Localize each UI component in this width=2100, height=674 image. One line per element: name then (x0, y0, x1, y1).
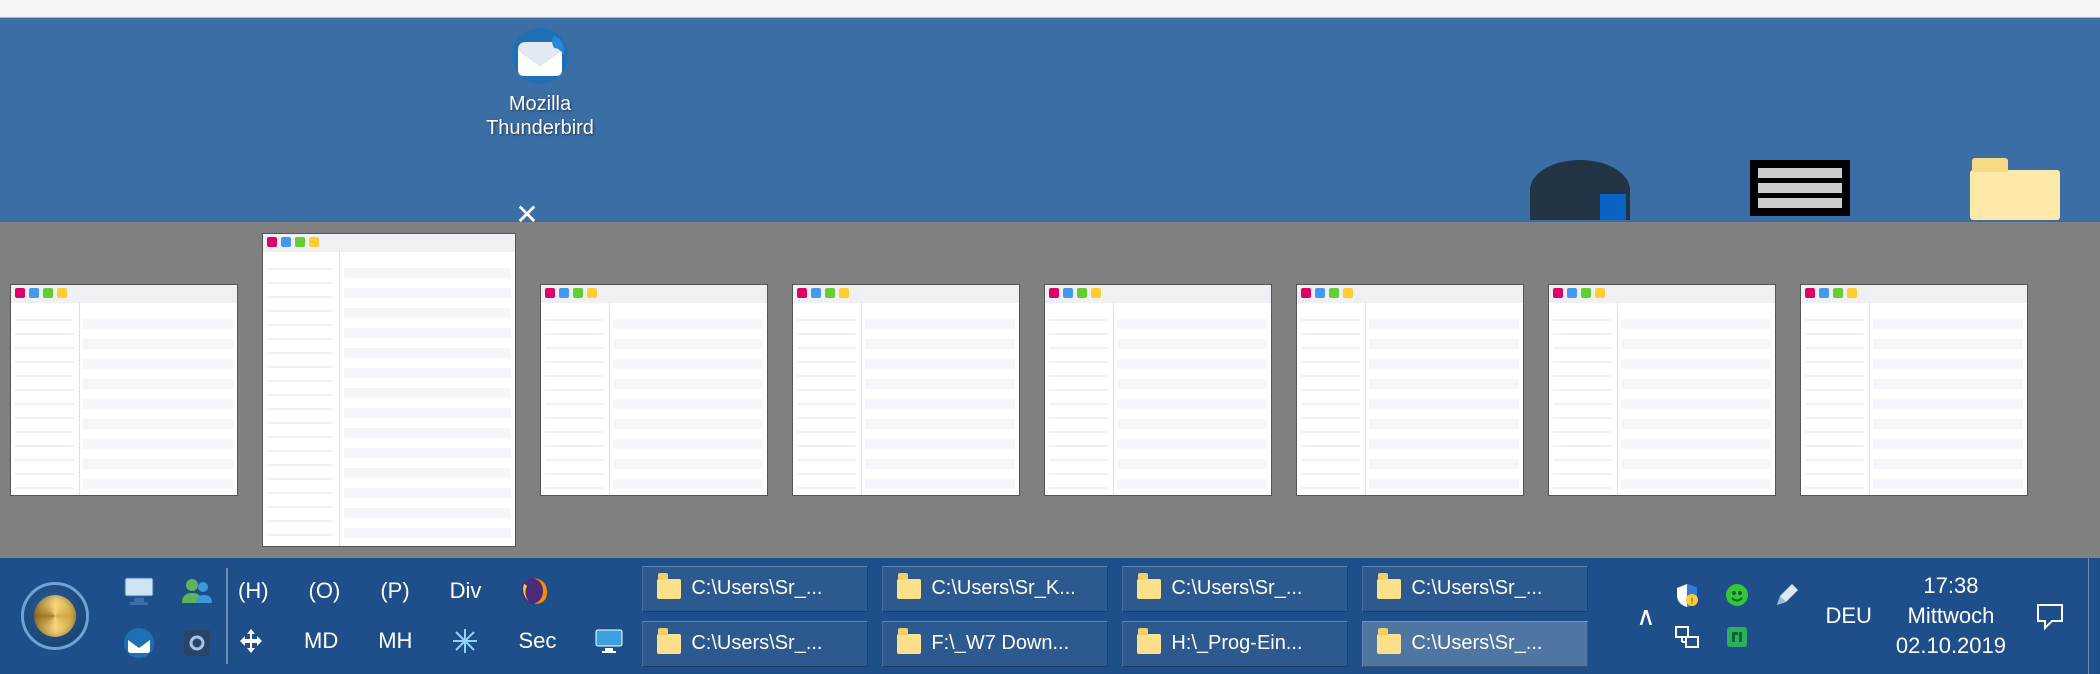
taskbar-window-button[interactable]: C:\Users\Sr_... (642, 566, 868, 612)
window-preview-thumb[interactable] (792, 284, 1020, 496)
partial-list-icon[interactable] (1750, 160, 1850, 216)
start-shell-icon (21, 582, 89, 650)
folder-icon (1377, 579, 1401, 599)
folder-icon (897, 634, 921, 654)
desktop-partial-icons (1530, 160, 2060, 220)
taskbar: (H)(O)(P)Div MDMHSec C:\Users\Sr_...C:\U… (0, 558, 2100, 674)
system-tray: ∧ ! (1622, 558, 1815, 674)
taskbar-window-button[interactable]: C:\Users\Sr_K... (882, 566, 1108, 612)
desktop-icon-thunderbird[interactable]: Mozilla Thunderbird (470, 24, 610, 140)
taskbar-window-button[interactable]: C:\Users\Sr_... (642, 621, 868, 667)
taskbar-window-label: C:\Users\Sr_... (1411, 577, 1542, 600)
partial-circle-icon[interactable] (1530, 160, 1630, 220)
running-tasks-area: C:\Users\Sr_... C:\Users\Sr_K... C:\Users\… (632, 558, 1622, 674)
clock-time: 17:38 (1896, 571, 2006, 601)
show-desktop-button[interactable] (2088, 558, 2100, 674)
partial-folder-icon[interactable] (1970, 170, 2060, 220)
taskbar-window-button[interactable]: C:\Users\Sr_... (1122, 566, 1348, 612)
frost-icon[interactable] (448, 624, 482, 658)
taskbar-window-label: C:\Users\Sr_... (1171, 577, 1302, 600)
mycomputer-icon[interactable] (120, 571, 158, 609)
taskbar-window-label: C:\Users\Sr_... (691, 632, 822, 655)
launcher-div[interactable]: Div (446, 576, 486, 606)
window-preview-thumb[interactable] (1296, 284, 1524, 496)
clock-weekday: Mittwoch (1896, 601, 2006, 631)
window-preview-thumb[interactable] (1548, 284, 1776, 496)
clock-date: 02.10.2019 (1896, 631, 2006, 661)
folder-icon (1137, 579, 1161, 599)
folder-icon (897, 579, 921, 599)
status-green-icon[interactable] (1723, 581, 1751, 609)
folder-icon (657, 579, 681, 599)
launcher-p[interactable]: (P) (376, 576, 413, 606)
launcher-h[interactable]: (H) (234, 576, 273, 606)
security-shield-icon[interactable]: ! (1673, 581, 1701, 609)
users-icon[interactable] (178, 571, 216, 609)
taskbar-window-button[interactable]: C:\Users\Sr_... (1362, 621, 1588, 667)
window-preview-thumb[interactable] (10, 284, 238, 496)
window-preview-thumb[interactable] (1800, 284, 2028, 496)
app-icon[interactable] (1723, 623, 1751, 651)
window-preview-thumb[interactable] (540, 284, 768, 496)
close-icon[interactable]: ✕ (509, 196, 545, 232)
taskbar-window-button[interactable]: C:\Users\Sr_... (1362, 566, 1588, 612)
svg-text:!: ! (1691, 596, 1694, 606)
quick-launch-area (110, 558, 226, 674)
folder-icon (1377, 634, 1401, 654)
folder-icon (657, 634, 681, 654)
start-button[interactable] (0, 558, 110, 674)
taskbar-window-button[interactable]: F:\_W7 Down... (882, 621, 1108, 667)
firefox-icon[interactable] (517, 574, 551, 608)
clock[interactable]: 17:38 Mittwoch 02.10.2019 (1896, 571, 2006, 660)
window-frame-top (0, 0, 2100, 18)
taskbar-window-label: C:\Users\Sr_K... (931, 577, 1075, 600)
clock-area: DEU 17:38 Mittwoch 02.10.2019 (1815, 558, 2088, 674)
language-indicator[interactable]: DEU (1825, 603, 1871, 629)
monitor-icon[interactable] (592, 624, 626, 658)
launcher-sec[interactable]: Sec (514, 626, 560, 656)
labeled-launch-area: (H) (O) (P) Div MD MH Sec (228, 558, 632, 674)
thunderbird-icon[interactable] (120, 624, 158, 662)
taskbar-window-label: C:\Users\Sr_... (691, 577, 822, 600)
window-preview-thumb[interactable] (1044, 284, 1272, 496)
taskbar-window-label: H:\_Prog-Ein... (1171, 632, 1302, 655)
tray-overflow-chevron[interactable]: ∧ (1636, 601, 1655, 632)
action-center-icon[interactable] (2030, 601, 2070, 631)
thunderbird-icon (508, 24, 572, 88)
taskbar-preview-strip: ✕ (0, 222, 2100, 558)
pen-icon[interactable] (1773, 581, 1801, 609)
launcher-md[interactable]: MD (300, 626, 342, 656)
desktop-icon-label: Mozilla Thunderbird (470, 92, 610, 140)
taskbar-window-label: C:\Users\Sr_... (1411, 632, 1542, 655)
taskbar-window-label: F:\_W7 Down... (931, 632, 1069, 655)
folder-icon (1137, 634, 1161, 654)
network-icon[interactable] (1673, 623, 1701, 651)
move-icon[interactable] (234, 624, 268, 658)
taskbar-window-button[interactable]: H:\_Prog-Ein... (1122, 621, 1348, 667)
settings-icon[interactable] (178, 624, 216, 662)
launcher-mh[interactable]: MH (374, 626, 416, 656)
window-preview-thumb[interactable]: ✕ (262, 233, 516, 547)
launcher-o[interactable]: (O) (305, 576, 345, 606)
